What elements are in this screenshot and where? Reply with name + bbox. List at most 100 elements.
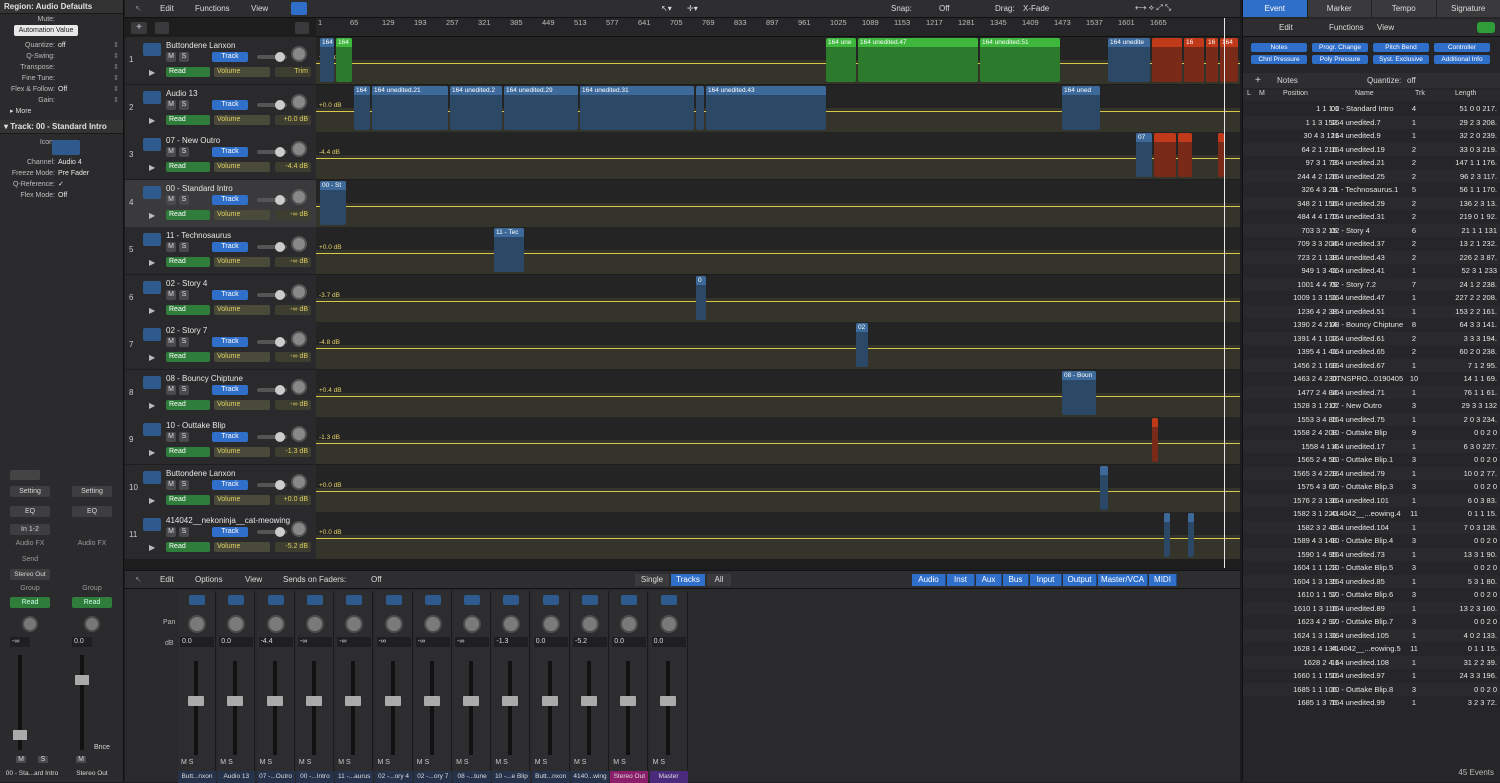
event-position[interactable]: 1001 4 4 79. (1265, 278, 1339, 292)
pan-knob[interactable] (291, 141, 307, 157)
event-length[interactable]: 7 0 3 128. (1423, 521, 1497, 535)
solo-button[interactable]: S (179, 290, 189, 300)
col-m[interactable]: M (1259, 90, 1265, 97)
event-name[interactable]: 164 unedited.43 (1331, 251, 1415, 265)
event-track[interactable]: 2 (1407, 197, 1421, 211)
track-header[interactable]: 1Buttondene LanxonMSTrack▶ReadVolumeTrim (125, 37, 316, 84)
disclosure-icon[interactable]: ▶ (149, 306, 155, 315)
slider-thumb[interactable] (275, 290, 285, 300)
event-track[interactable]: 2 (1407, 251, 1421, 265)
tab-marker[interactable]: Marker (1308, 0, 1373, 17)
event-length[interactable]: 147 1 1 176. (1423, 156, 1497, 170)
pan-knob[interactable] (660, 615, 678, 633)
solo-button[interactable]: S (179, 480, 189, 490)
track-lane[interactable]: +0.0 dB164164 unedited.21164 unedited.21… (316, 85, 1240, 132)
event-position[interactable]: 1685 1 3 76. (1265, 696, 1339, 710)
track-row[interactable]: 910 - Outtake BlipMSTrack▶ReadVolume-1.3… (125, 417, 1240, 464)
solo-button[interactable]: S (179, 242, 189, 252)
event-row[interactable]: 348 2 1 156.164 unedited.292136 2 3 13. (1243, 197, 1500, 211)
waveform-icon[interactable] (228, 595, 244, 605)
automation-value[interactable]: -4.4 dB (275, 162, 311, 172)
event-row[interactable]: 1 1 1 100 - Standard Intro451 0 0 217. (1243, 102, 1500, 116)
event-name[interactable]: 164 unedited.108 (1331, 656, 1415, 670)
volume-fader[interactable] (306, 696, 322, 706)
track-name[interactable]: 11 - Technosaurus (166, 231, 231, 240)
event-name[interactable]: 414042__...eowing.4 (1331, 507, 1415, 521)
event-length[interactable]: 64 3 3 141. (1423, 318, 1497, 332)
event-track[interactable]: 1 (1407, 548, 1421, 562)
volume-fader[interactable] (345, 696, 361, 706)
event-position[interactable]: 1565 3 4 229. (1265, 467, 1339, 481)
audio-region[interactable] (696, 86, 704, 130)
event-row[interactable]: 703 3 2 15.02 - Story 4621 1 1 131 (1243, 224, 1500, 238)
track-header[interactable]: 511 - TechnosaurusMSTrack▶ReadVolume-∞ d… (125, 227, 316, 274)
event-name[interactable]: 164 unedited.9 (1331, 129, 1415, 143)
solo-button[interactable]: S (179, 527, 189, 537)
volume-fader[interactable] (188, 696, 204, 706)
slider-thumb[interactable] (275, 385, 285, 395)
automation-line[interactable] (316, 348, 1240, 349)
filter-controller[interactable]: Controller (1434, 43, 1490, 52)
event-name[interactable]: 164 unedited.73 (1331, 548, 1415, 562)
audio-region[interactable] (1188, 513, 1194, 557)
event-length[interactable]: 29 3 3 132 (1423, 399, 1497, 413)
track-name[interactable]: Buttondene Lanxon (166, 469, 235, 478)
waveform-icon[interactable] (143, 518, 161, 531)
param-row[interactable]: Flex & Follow:Off⇕ (0, 84, 123, 95)
pan-knob[interactable] (291, 46, 307, 62)
event-track[interactable]: 2 (1407, 210, 1421, 224)
event-view-menu[interactable]: View (1377, 23, 1394, 32)
audio-region[interactable] (1154, 133, 1176, 177)
track-param-value[interactable]: ✓ (58, 179, 64, 190)
automation-parameter[interactable]: Volume (214, 210, 270, 220)
automation-parameter[interactable]: Volume (214, 115, 270, 125)
track-button[interactable]: Track (212, 337, 248, 347)
audio-region[interactable]: 164 (354, 86, 370, 130)
playhead[interactable] (1224, 18, 1225, 568)
audio-region[interactable]: 08 - Boun (1062, 371, 1096, 415)
event-track[interactable]: 10 (1407, 372, 1421, 386)
event-row[interactable]: 1 1 3 152.164 unedited.7129 2 3 208. (1243, 116, 1500, 130)
event-length[interactable]: 10 0 2 77. (1423, 467, 1497, 481)
event-position[interactable]: 1558 4 1 4. (1265, 440, 1339, 454)
audio-region[interactable]: 164 une (826, 38, 856, 82)
event-length[interactable]: 76 1 1 61. (1423, 386, 1497, 400)
track-lane[interactable]: 00 - St (316, 180, 1240, 227)
event-name[interactable]: 00 - Standard Intro (1331, 102, 1415, 116)
mute-solo[interactable]: M S (574, 759, 586, 766)
secondary-tool-icon[interactable]: ✛▾ (687, 4, 698, 13)
event-track[interactable]: 2 (1407, 156, 1421, 170)
event-track[interactable]: 2 (1407, 143, 1421, 157)
stepper-icon[interactable]: ⇕ (113, 62, 119, 73)
volume-fader-b[interactable] (75, 675, 89, 685)
audio-region[interactable]: 02 (856, 323, 868, 367)
track-button[interactable]: Track (212, 290, 248, 300)
event-row[interactable]: 1565 2 4 56.10 - Outtake Blip.130 0 2 0 (1243, 453, 1500, 467)
event-length[interactable]: 51 0 0 217. (1423, 102, 1497, 116)
track-name[interactable]: 10 - Outtake Blip (166, 421, 226, 430)
automation-mode[interactable]: Read (166, 67, 210, 77)
channel-strip[interactable]: 0.0M SMaster (650, 591, 688, 783)
event-row[interactable]: 1660 1 1 150.164 unedited.97124 3 3 196. (1243, 669, 1500, 683)
event-row[interactable]: 1565 3 4 229.164 unedited.79110 0 2 77. (1243, 467, 1500, 481)
filter-progr--change[interactable]: Progr. Change (1312, 43, 1368, 52)
add-track-button[interactable]: + (131, 22, 147, 34)
audio-fx-slot-b[interactable]: Audio FX (72, 538, 112, 549)
solo-button[interactable]: S (179, 100, 189, 110)
disclosure-icon[interactable]: ▶ (149, 163, 155, 172)
pan-knob[interactable] (291, 94, 307, 110)
volume-fader[interactable] (227, 696, 243, 706)
waveform-icon[interactable] (268, 595, 284, 605)
track-header[interactable]: 11414042__nekoninja__cat-meowingMSTrack▶… (125, 512, 316, 559)
track-lane[interactable]: -4.4 dB07 (316, 132, 1240, 179)
waveform-icon[interactable] (143, 91, 161, 104)
event-position[interactable]: 1558 2 4 208. (1265, 426, 1339, 440)
back-icon[interactable]: ↖ (135, 575, 142, 584)
waveform-icon[interactable] (425, 595, 441, 605)
waveform-icon[interactable] (143, 186, 161, 199)
stepper-icon[interactable]: ⇕ (113, 73, 119, 84)
automation-mode[interactable]: Read (166, 352, 210, 362)
event-row[interactable]: 709 3 3 204.164 unedited.37213 2 1 232. (1243, 237, 1500, 251)
event-track[interactable]: 11 (1407, 642, 1421, 656)
event-length[interactable]: 0 1 1 15. (1423, 507, 1497, 521)
